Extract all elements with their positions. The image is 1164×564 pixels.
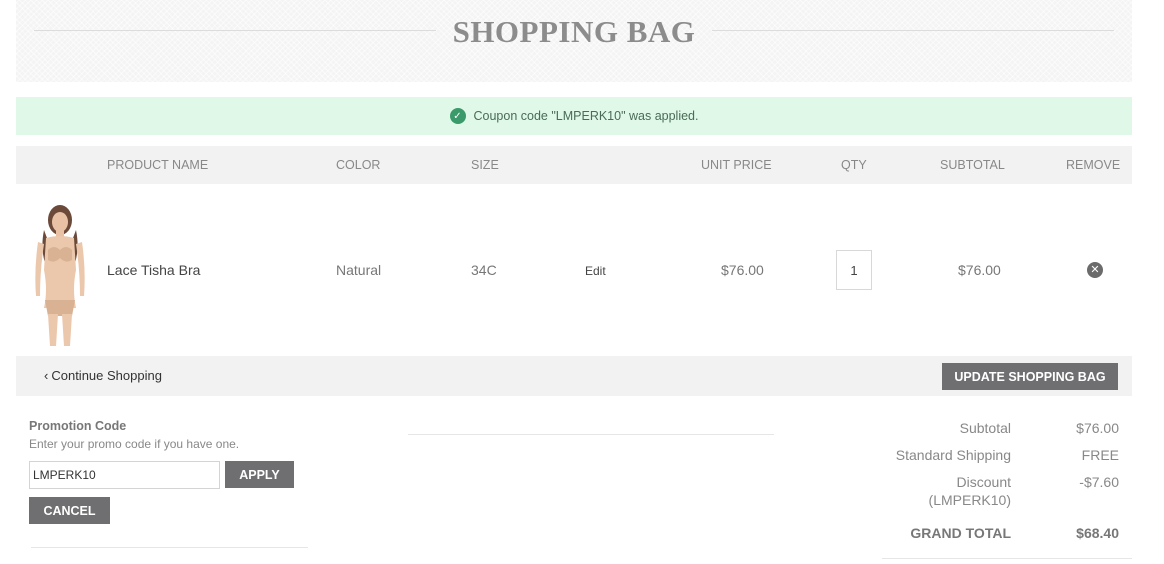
promo-divider: [31, 547, 308, 548]
shipping-value: FREE: [1081, 447, 1119, 463]
subtotal-value: $76.00: [1076, 420, 1119, 436]
check-circle-icon: ✓: [449, 108, 466, 124]
quantity-input[interactable]: [836, 250, 872, 290]
column-color: COLOR: [336, 158, 381, 172]
promo-title: Promotion Code: [29, 419, 127, 433]
column-remove: REMOVE: [1066, 158, 1121, 172]
subtotal-label: Subtotal: [959, 420, 1011, 436]
grand-total-value: $68.40: [1076, 525, 1119, 541]
cart-action-bar: ‹ Continue Shopping UPDATE SHOPPING BAG: [16, 356, 1132, 396]
discount-label: Discount: [956, 474, 1011, 490]
totals-divider: [882, 558, 1132, 559]
discount-code-label: (LMPERK10): [928, 492, 1011, 508]
continue-shopping-label: Continue Shopping: [51, 368, 162, 383]
page-title: SHOPPING BAG: [452, 14, 696, 49]
item-subtotal: $76.00: [958, 262, 1001, 278]
product-size: 34C: [471, 262, 497, 278]
product-color: Natural: [336, 262, 382, 278]
product-name[interactable]: Lace Tisha Bra: [107, 262, 200, 278]
unit-price: $76.00: [721, 262, 764, 278]
discount-value: -$7.60: [1079, 474, 1119, 490]
edit-item-link[interactable]: Edit: [585, 264, 606, 278]
promo-hint: Enter your promo code if you have one.: [29, 437, 240, 451]
chevron-left-icon: ‹: [44, 368, 49, 383]
column-subtotal: SUBTOTAL: [940, 158, 1005, 172]
apply-button[interactable]: APPLY: [225, 461, 294, 488]
page-header: SHOPPING BAG: [16, 0, 1132, 82]
column-unit-price: UNIT PRICE: [701, 158, 772, 172]
grand-total-label: GRAND TOTAL: [910, 525, 1011, 541]
cancel-button[interactable]: CANCEL: [29, 497, 110, 524]
column-size: SIZE: [471, 158, 499, 172]
middle-divider: [408, 434, 774, 435]
cart-table-header: PRODUCT NAME COLOR SIZE UNIT PRICE QTY S…: [16, 146, 1132, 184]
coupon-applied-notice: ✓ Coupon code "LMPERK10" was applied.: [16, 97, 1132, 135]
cart-item-row: Lace Tisha Bra Natural 34C Edit $76.00 $…: [16, 184, 1132, 356]
continue-shopping-link[interactable]: ‹ Continue Shopping: [44, 368, 162, 383]
update-shopping-bag-button[interactable]: UPDATE SHOPPING BAG: [942, 363, 1118, 390]
promo-code-input[interactable]: [29, 461, 220, 489]
shipping-label: Standard Shipping: [895, 447, 1011, 463]
column-product-name: PRODUCT NAME: [107, 158, 209, 172]
notice-text: Coupon code "LMPERK10" was applied.: [473, 109, 699, 123]
close-circle-icon[interactable]: ✕: [1087, 262, 1103, 278]
product-image[interactable]: [22, 200, 92, 348]
column-qty: QTY: [841, 158, 867, 172]
